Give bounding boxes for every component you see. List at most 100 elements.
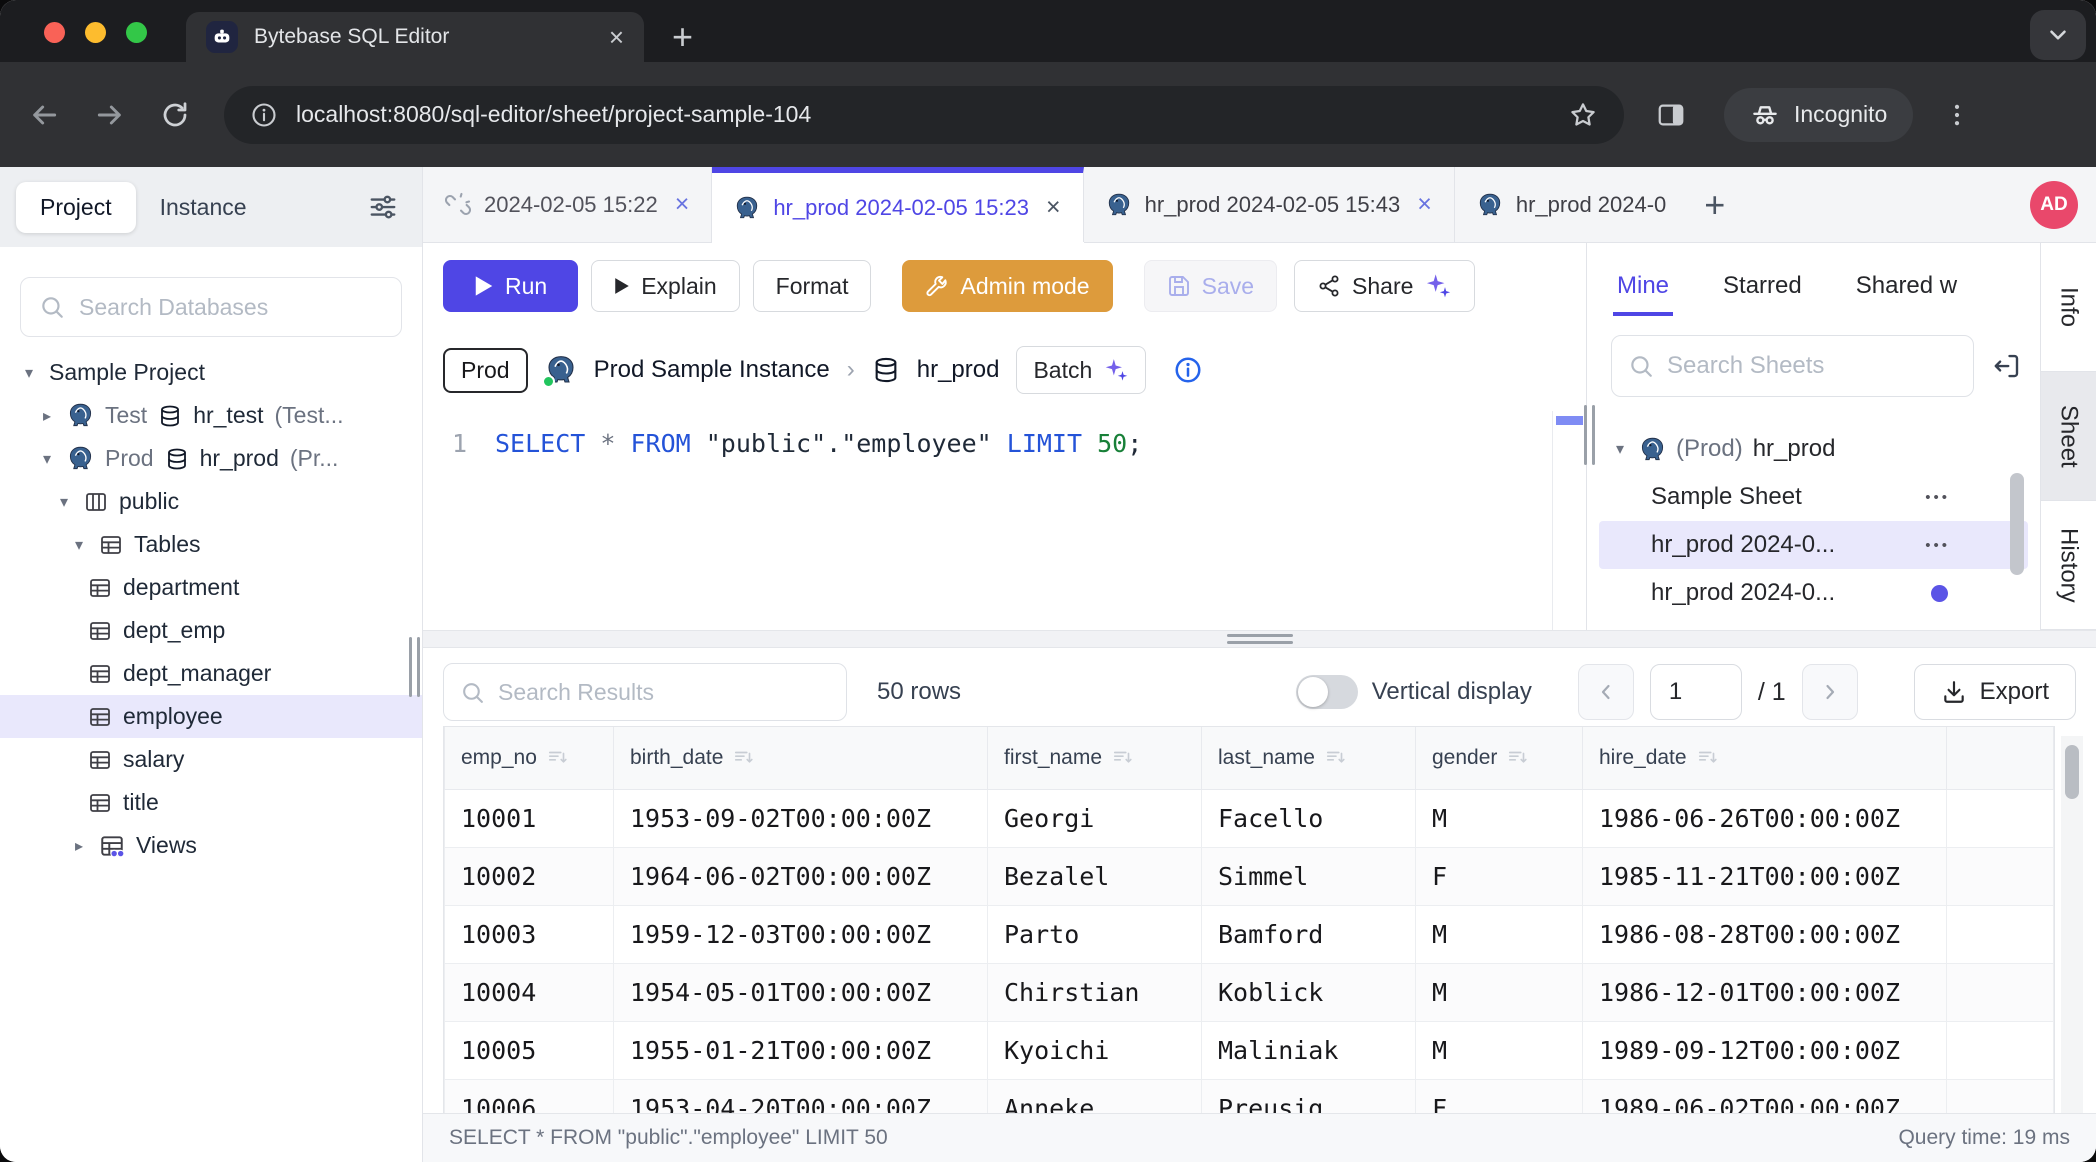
close-window-button[interactable] [44, 22, 65, 43]
sheet-item-sample-sheet[interactable]: Sample Sheet ••• [1599, 473, 2028, 521]
tree-item-dept-emp[interactable]: dept_emp [0, 609, 422, 652]
close-tab-icon[interactable]: × [1417, 190, 1432, 219]
tree-item-project[interactable]: ▾ Sample Project [0, 351, 422, 394]
tab-shared-with-me[interactable]: Shared w [1856, 272, 1957, 300]
format-button[interactable]: Format [753, 260, 872, 312]
explain-button[interactable]: Explain [591, 260, 739, 312]
sort-icon[interactable] [733, 747, 755, 769]
admin-mode-button[interactable]: Admin mode [902, 260, 1112, 312]
new-tab-button[interactable]: + [672, 12, 693, 62]
bookmark-star-icon[interactable] [1568, 100, 1598, 130]
editor-tab-3[interactable]: hr_prod 2024-02-05 15:43 × [1084, 167, 1455, 242]
results-scrollbar[interactable] [2061, 736, 2083, 1113]
sheet-item-current[interactable]: hr_prod 2024-0... ••• [1599, 521, 2028, 569]
tab-instance[interactable]: Instance [136, 182, 271, 233]
table-row[interactable]: 100061953-04-20T00:00:00ZAnnekePreusigF1… [445, 1079, 2054, 1113]
forward-button[interactable] [94, 99, 126, 131]
tab-starred[interactable]: Starred [1723, 272, 1802, 300]
caret-down-icon[interactable]: ▾ [55, 492, 73, 512]
editor-tab-2-active[interactable]: hr_prod 2024-02-05 15:23 × [712, 167, 1083, 242]
save-button[interactable]: Save [1144, 260, 1277, 312]
close-tab-icon[interactable]: × [609, 24, 624, 50]
batch-button[interactable]: Batch [1016, 346, 1146, 394]
caret-right-icon[interactable]: ▸ [38, 406, 56, 426]
column-header-last-name[interactable]: last_name [1202, 727, 1416, 789]
export-button[interactable]: Export [1914, 664, 2076, 720]
reload-button[interactable] [160, 100, 190, 130]
table-row[interactable]: 100031959-12-03T00:00:00ZPartoBamfordM19… [445, 905, 2054, 963]
address-bar[interactable]: localhost:8080/sql-editor/sheet/project-… [224, 86, 1624, 144]
caret-right-icon[interactable]: ▸ [70, 836, 88, 856]
vertical-display-toggle[interactable] [1296, 675, 1358, 709]
sort-icon[interactable] [1112, 747, 1134, 769]
side-panel-icon[interactable] [1656, 100, 1686, 130]
column-header-first-name[interactable]: first_name [988, 727, 1202, 789]
environment-chip[interactable]: Prod [443, 348, 528, 393]
tab-search-button[interactable] [2030, 10, 2086, 60]
table-row[interactable]: 100051955-01-21T00:00:00ZKyoichiMaliniak… [445, 1021, 2054, 1079]
site-info-icon[interactable] [250, 101, 278, 129]
filter-settings-icon[interactable] [360, 192, 406, 222]
tree-item-tables[interactable]: ▾ Tables [0, 523, 422, 566]
run-button[interactable]: Run [443, 260, 578, 312]
next-page-button[interactable] [1802, 664, 1858, 720]
caret-down-icon[interactable]: ▾ [20, 363, 38, 383]
tab-history[interactable]: History [2041, 501, 2096, 630]
sheet-item-unsaved-2[interactable]: hr_prod 2024-0... [1599, 617, 2028, 630]
new-sheet-tab-button[interactable]: + [1688, 167, 1741, 242]
editor-tab-1[interactable]: 2024-02-05 15:22 × [423, 167, 712, 242]
sheet-group-hr-prod[interactable]: ▾ (Prod) hr_prod [1587, 425, 2040, 473]
incognito-badge[interactable]: Incognito [1724, 88, 1913, 142]
caret-down-icon[interactable]: ▾ [1611, 439, 1629, 459]
browser-tab[interactable]: Bytebase SQL Editor × [186, 12, 644, 62]
table-row[interactable]: 100021964-06-02T00:00:00ZBezalelSimmelF1… [445, 847, 2054, 905]
browser-menu-icon[interactable] [1943, 101, 1971, 129]
tree-item-salary[interactable]: salary [0, 738, 422, 781]
caret-down-icon[interactable]: ▾ [38, 449, 56, 469]
drag-handle[interactable] [1227, 634, 1293, 644]
minimize-window-button[interactable] [85, 22, 106, 43]
back-button[interactable] [28, 99, 60, 131]
sort-icon[interactable] [1507, 747, 1529, 769]
column-header-birth-date[interactable]: birth_date [614, 727, 988, 789]
tree-item-department[interactable]: department [0, 566, 422, 609]
prev-page-button[interactable] [1578, 664, 1634, 720]
caret-down-icon[interactable]: ▾ [70, 535, 88, 555]
close-tab-icon[interactable]: × [675, 190, 690, 219]
tree-item-views[interactable]: ▸ Views [0, 824, 422, 867]
tab-sheet[interactable]: Sheet [2041, 372, 2096, 501]
sort-icon[interactable] [1697, 747, 1719, 769]
column-header-hire-date[interactable]: hire_date [1583, 727, 1947, 789]
column-header-emp-no[interactable]: emp_no [445, 727, 614, 789]
sheet-item-unsaved[interactable]: hr_prod 2024-0... [1599, 569, 2028, 617]
search-sheets-input[interactable] [1667, 352, 1957, 380]
instance-name[interactable]: Prod Sample Instance [594, 356, 830, 384]
more-actions-icon[interactable]: ••• [1925, 489, 1950, 506]
table-row[interactable]: 100011953-09-02T00:00:00ZGeorgiFacelloM1… [445, 789, 2054, 847]
close-tab-icon[interactable]: × [1046, 193, 1061, 222]
zoom-window-button[interactable] [126, 22, 147, 43]
collapse-panel-icon[interactable] [1992, 351, 2022, 381]
share-button[interactable]: Share [1294, 260, 1475, 312]
tree-item-employee[interactable]: employee [0, 695, 422, 738]
tree-item-public-schema[interactable]: ▾ public [0, 480, 422, 523]
tree-item-title[interactable]: title [0, 781, 422, 824]
tab-project[interactable]: Project [16, 182, 136, 233]
sort-icon[interactable] [1325, 747, 1347, 769]
sql-editor[interactable]: 1 SELECT * FROM "public"."employee" LIMI… [423, 411, 1586, 630]
editor-tab-4[interactable]: hr_prod 2024-0 [1455, 167, 1688, 242]
tree-item-hr-test[interactable]: ▸ Test hr_test (Test... [0, 394, 422, 437]
sort-icon[interactable] [547, 747, 569, 769]
results-scrollbar-thumb[interactable] [2065, 745, 2079, 799]
tab-mine[interactable]: Mine [1617, 272, 1669, 300]
search-results-input[interactable] [498, 679, 830, 706]
tab-info[interactable]: Info [2041, 243, 2096, 372]
sidebar-resize-handle[interactable] [409, 637, 420, 697]
search-databases-input[interactable] [79, 294, 383, 321]
table-row[interactable]: 100041954-05-01T00:00:00ZChirstianKoblic… [445, 963, 2054, 1021]
connection-info-icon[interactable] [1173, 355, 1203, 385]
panel-resize-handle[interactable] [1584, 405, 1595, 465]
more-actions-icon[interactable]: ••• [1925, 537, 1950, 554]
column-header-gender[interactable]: gender [1416, 727, 1583, 789]
page-number-input[interactable] [1650, 664, 1742, 720]
